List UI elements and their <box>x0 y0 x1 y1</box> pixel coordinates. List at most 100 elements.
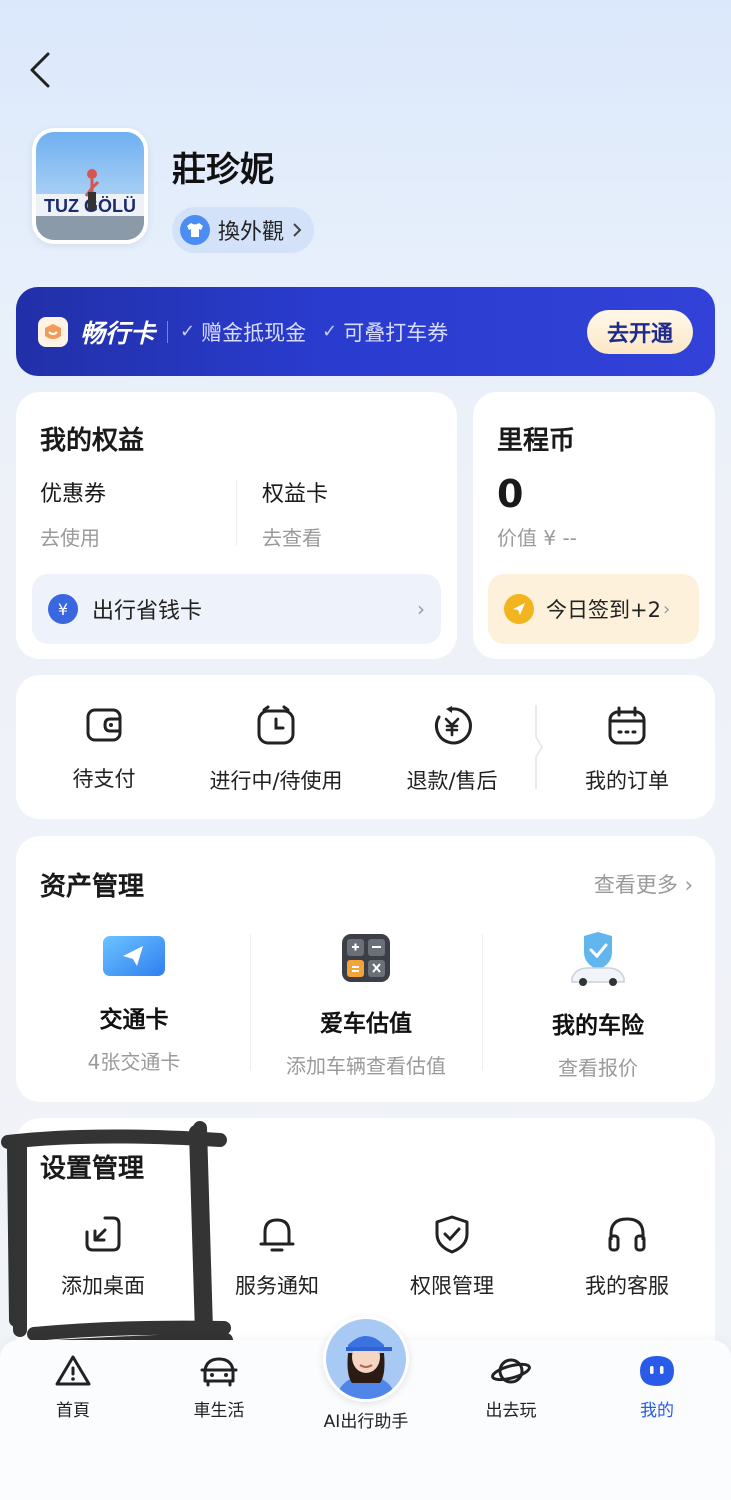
asset-desc: 4张交通卡 <box>87 1050 181 1074</box>
daily-checkin-label: 今日签到+2 <box>546 598 661 622</box>
ai-assistant-image <box>326 1319 406 1399</box>
add-to-desktop-entry[interactable]: 添加桌面 <box>16 1214 190 1300</box>
benefit-card-desc: 去查看 <box>262 526 322 550</box>
chevron-right-icon <box>293 223 302 237</box>
separator-chevron <box>535 705 543 789</box>
check-icon: ✓ <box>180 321 196 342</box>
home-icon <box>55 1355 91 1386</box>
coupon-entry[interactable]: 优惠券 去使用 <box>40 476 106 551</box>
vip-feature-label: 赠金抵现金 <box>201 320 307 345</box>
planet-icon <box>491 1358 531 1384</box>
asset-name: 我的车险 <box>552 1013 644 1039</box>
tab-mine[interactable]: 我的 <box>584 1354 730 1421</box>
vip-card-banner[interactable]: 畅行卡 ✓ 赠金抵现金 ✓ 可叠打车券 去开通 <box>16 287 715 376</box>
yen-icon: ¥ <box>48 594 78 624</box>
divider <box>167 320 169 343</box>
coupon-desc: 去使用 <box>40 526 100 550</box>
chevron-right-icon: › <box>684 873 693 897</box>
shield-check-icon <box>435 1215 469 1254</box>
change-skin-label: 換外觀 <box>218 220 285 245</box>
tab-label: 首頁 <box>56 1401 90 1421</box>
tab-label: 我的 <box>640 1401 674 1421</box>
vip-feature: ✓ 可叠打车券 <box>322 317 448 347</box>
chevron-right-icon: › <box>417 597 425 621</box>
asset-management-card: 资产管理 查看更多 › 交通卡 4张交通卡 爱车估值 添加车辆查看估值 我的车险… <box>16 836 715 1102</box>
chevron-right-icon: › <box>662 598 671 620</box>
vip-card-title: 畅行卡 <box>80 318 156 348</box>
service-notification-entry[interactable]: 服务通知 <box>190 1214 364 1300</box>
asset-management-title: 资产管理 <box>40 872 145 902</box>
refund-icon <box>434 706 472 745</box>
permission-management-entry[interactable]: 权限管理 <box>365 1214 539 1300</box>
tab-home[interactable]: 首頁 <box>0 1354 146 1421</box>
benefit-card-title: 权益卡 <box>262 482 329 507</box>
asset-name: 交通卡 <box>99 1007 169 1033</box>
order-label: 退款/售后 <box>406 769 498 793</box>
change-skin-button[interactable]: 換外觀 <box>172 207 315 253</box>
mileage-title: 里程币 <box>497 426 576 456</box>
car-insurance-entry[interactable]: 我的车险 查看报价 <box>482 932 714 1081</box>
order-label: 待支付 <box>72 767 136 791</box>
view-more-link[interactable]: 查看更多 › <box>594 869 693 899</box>
benefits-title: 我的权益 <box>40 426 145 456</box>
daily-checkin-button[interactable]: 今日签到+2 › <box>488 574 699 644</box>
add-to-desktop-icon <box>85 1216 121 1252</box>
savings-card-label: 出行省钱卡 <box>92 599 203 624</box>
vip-card-icon <box>38 316 68 347</box>
car-valuation-entry[interactable]: 爱车估值 添加车辆查看估值 <box>250 932 482 1079</box>
benefits-card: 我的权益 优惠券 去使用 权益卡 去查看 ¥ 出行省钱卡 › <box>16 392 457 659</box>
tab-car-life[interactable]: 車生活 <box>146 1354 292 1421</box>
transit-card-entry[interactable]: 交通卡 4张交通卡 <box>18 932 250 1075</box>
customer-service-entry[interactable]: 我的客服 <box>540 1214 714 1300</box>
mileage-card[interactable]: 里程币 0 价值 ¥ -- 今日签到+2 › <box>473 392 715 659</box>
savings-card-entry[interactable]: ¥ 出行省钱卡 › <box>32 574 441 644</box>
mileage-value: 0 <box>497 472 524 516</box>
asset-name: 爱车估值 <box>320 1011 412 1037</box>
car-insurance-icon <box>571 932 625 986</box>
tab-go-out[interactable]: 出去玩 <box>438 1354 584 1421</box>
paper-plane-icon <box>504 594 534 624</box>
benefit-card-entry[interactable]: 权益卡 去查看 <box>262 476 328 551</box>
check-icon: ✓ <box>322 321 338 342</box>
my-orders[interactable]: 我的订单 <box>572 675 682 819</box>
settings-title: 设置管理 <box>40 1154 145 1184</box>
ai-assistant-avatar[interactable] <box>323 1316 409 1402</box>
transit-card-icon <box>103 936 165 976</box>
vip-open-button[interactable]: 去开通 <box>586 309 693 354</box>
order-label: 我的订单 <box>585 769 669 793</box>
calculator-icon <box>342 934 390 982</box>
asset-desc: 查看报价 <box>558 1056 638 1080</box>
divider <box>236 480 237 546</box>
profile-face-icon <box>640 1356 674 1386</box>
tab-ai-assistant-label[interactable]: AI出行助手 <box>300 1407 432 1432</box>
orders-card: 待支付 进行中/待使用 退款/售后 我的订单 <box>16 675 715 819</box>
car-icon <box>200 1357 238 1387</box>
avatar-image: TUZ GÖLÜ <box>36 132 144 240</box>
vip-feature-label: 可叠打车券 <box>343 320 449 345</box>
order-pending-payment[interactable]: 待支付 <box>46 675 162 819</box>
mileage-worth: 价值 ¥ -- <box>497 526 577 550</box>
settings-label: 我的客服 <box>585 1274 669 1298</box>
settings-label: 添加桌面 <box>61 1274 145 1298</box>
tab-label: 車生活 <box>193 1401 245 1421</box>
shirt-icon <box>180 215 210 245</box>
order-refund[interactable]: 退款/售后 <box>390 675 514 819</box>
coupon-title: 优惠券 <box>40 482 107 507</box>
vip-feature: ✓ 赠金抵现金 <box>180 317 306 347</box>
settings-label: 服务通知 <box>235 1274 319 1298</box>
calendar-icon <box>608 706 646 745</box>
bell-icon <box>259 1218 295 1252</box>
back-button[interactable] <box>20 46 60 94</box>
order-label: 进行中/待使用 <box>209 769 343 793</box>
tab-label: 出去玩 <box>485 1401 537 1421</box>
wallet-icon <box>86 708 122 742</box>
user-name: 莊珍妮 <box>172 150 274 190</box>
headset-icon <box>608 1217 646 1252</box>
chevron-left-icon <box>30 52 50 88</box>
settings-label: 权限管理 <box>410 1274 494 1298</box>
clock-icon <box>257 705 295 745</box>
view-more-label: 查看更多 <box>593 873 678 897</box>
asset-desc: 添加车辆查看估值 <box>286 1054 446 1078</box>
avatar[interactable]: TUZ GÖLÜ <box>32 128 148 244</box>
order-in-progress[interactable]: 进行中/待使用 <box>196 675 356 819</box>
